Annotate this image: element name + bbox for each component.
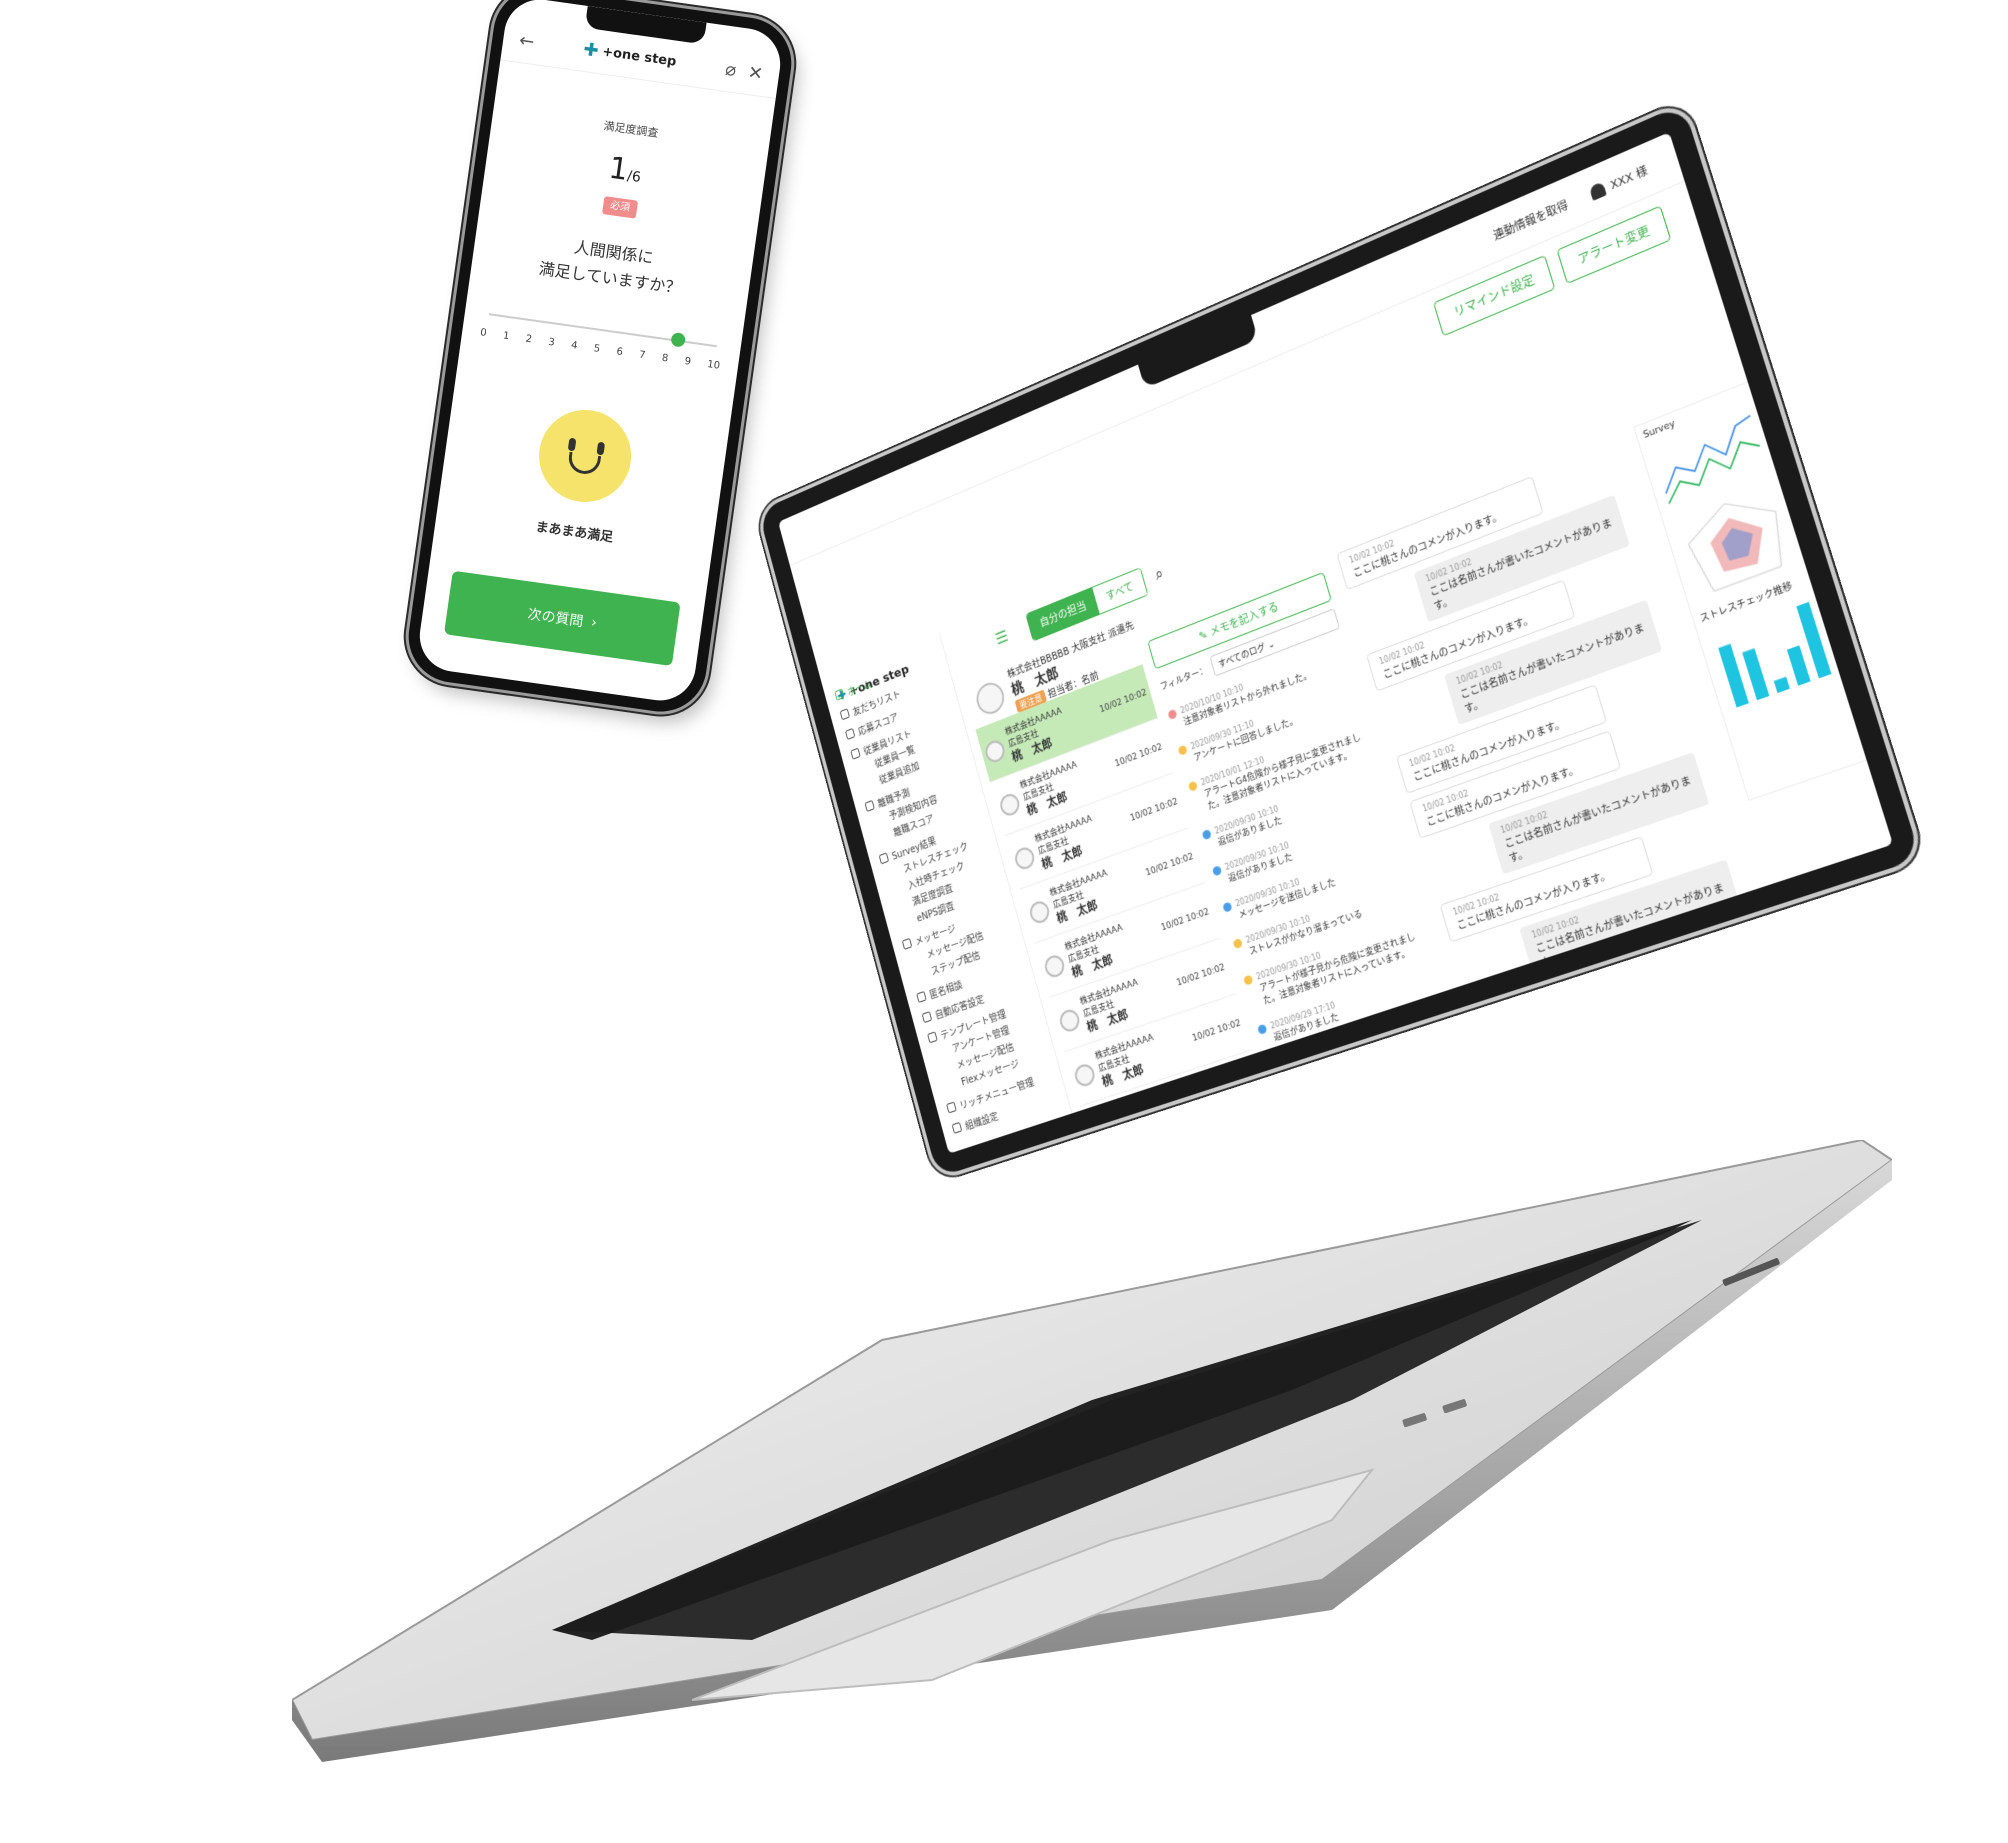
sidebar-item-icon (921, 1011, 933, 1024)
close-icon[interactable]: ✕ (747, 62, 765, 85)
question-text: 人間関係に 満足していますか？ (471, 221, 754, 311)
sidebar-item-icon (839, 708, 850, 721)
scale-number[interactable]: 8 (661, 353, 669, 365)
link-icon[interactable]: ⌀ (724, 59, 738, 81)
filter-label: フィルター： (1159, 665, 1209, 693)
search-icon[interactable]: ⌕ (1153, 563, 1166, 585)
phone-screen: ← ✚ +one step ⌀ ✕ 満足度調査 1/6 必須 人間関係に 満足し… (415, 0, 785, 706)
scale-number[interactable]: 5 (593, 343, 601, 355)
list-avatar (1012, 844, 1037, 872)
list-avatar (1057, 1006, 1082, 1034)
list-avatar (1042, 952, 1067, 980)
chevron-right-icon: › (590, 614, 598, 632)
sidebar-item-icon (927, 1031, 938, 1044)
sidebar-item-icon (864, 799, 875, 812)
log-status-dot (1167, 708, 1178, 721)
fetch-info-link[interactable]: 連動情報を取得 (1491, 196, 1570, 244)
header-actions: ⌀ ✕ (724, 59, 764, 85)
scale-number[interactable]: 0 (479, 327, 487, 339)
sidebar-item-icon (901, 937, 913, 950)
sidebar-item-icon (916, 990, 927, 1003)
log-status-dot (1211, 865, 1223, 877)
sidebar-item-icon (878, 852, 890, 865)
plus-logo-icon: ✚ (582, 38, 600, 62)
list-date: 10/02 10:02 (1160, 906, 1211, 933)
send-icon[interactable]: ➤ (1746, 935, 1766, 959)
sidebar-item-icon (845, 727, 856, 741)
list-date: 10/02 10:02 (1129, 796, 1179, 824)
next-question-label: 次の質問 (526, 606, 585, 631)
log-status-dot (1232, 937, 1244, 950)
sidebar-item-icon (834, 688, 845, 701)
user-name: XXX 様 (1608, 163, 1650, 193)
log-status-dot (1243, 974, 1254, 986)
log-status-dot (1177, 744, 1188, 757)
scale-number[interactable]: 6 (616, 346, 624, 358)
list-avatar (983, 737, 1007, 765)
scale-number[interactable]: 9 (684, 356, 692, 368)
scale-number[interactable]: 4 (570, 340, 578, 352)
rating-scale-numbers: 0 1 2 3 4 5 6 7 8 9 10 (479, 327, 720, 372)
scale-number[interactable]: 7 (638, 350, 646, 362)
list-dept: 広島支社 (1112, 1109, 1147, 1130)
filter-select-value: すべてのログ (1217, 642, 1267, 671)
sidebar-item-icon (951, 1121, 963, 1134)
stress-bar (1742, 648, 1770, 701)
smartphone: ← ✚ +one step ⌀ ✕ 満足度調査 1/6 必須 人間関係に 満足し… (402, 0, 798, 718)
sidebar-item-icon (850, 747, 861, 760)
rating-slider-knob[interactable] (670, 331, 687, 348)
face-eye-right (596, 441, 606, 456)
hamburger-menu-icon[interactable]: ☰ (993, 626, 1010, 648)
list-date: 10/02 10:02 (1098, 687, 1148, 715)
list-avatar (997, 790, 1022, 818)
back-arrow-icon[interactable]: ← (518, 30, 536, 53)
list-avatar (1027, 898, 1052, 926)
list-date: 10/02 10:02 (1175, 962, 1227, 989)
logo-text: +one step (601, 44, 678, 70)
stress-bar (1786, 645, 1811, 686)
list-avatar (1072, 1061, 1097, 1089)
smiley-face-icon (533, 404, 638, 508)
app-logo: ✚ +one step (582, 39, 678, 73)
required-badge: 必須 (601, 196, 639, 219)
chat-input-placeholder: 入力してください (1486, 1002, 1567, 1038)
list-name: 桃 太郎 (1115, 1117, 1161, 1145)
scale-number[interactable]: 2 (525, 334, 533, 346)
laptop-screen: 連動情報を取得 XXX 様 リマインド設定 アラート変更 ✚ +one step… (778, 132, 1894, 1154)
list-date: 10/02 10:02 (1191, 1018, 1242, 1044)
laptop-lid: 連動情報を取得 XXX 様 リマインド設定 アラート変更 ✚ +one step… (758, 103, 1921, 1178)
face-mouth (566, 451, 602, 477)
log-status-dot (1267, 1060, 1279, 1072)
laptop-base (292, 1140, 1892, 1762)
stress-bar (1773, 676, 1790, 694)
step-total: /6 (626, 168, 642, 186)
scale-number[interactable]: 1 (502, 330, 510, 342)
user-icon (1588, 180, 1607, 201)
scale-number[interactable]: 10 (706, 359, 720, 372)
tab-1[interactable]: すべて (1092, 568, 1148, 614)
satisfaction-label: まあまあ満足 (534, 519, 614, 546)
list-date: 10/02 10:02 (1206, 1074, 1258, 1100)
list-date: 10/02 10:02 (1113, 741, 1164, 770)
next-question-button[interactable]: 次の質問 › (443, 570, 681, 667)
person-avatar (973, 678, 1008, 719)
scale-number[interactable]: 3 (548, 337, 556, 349)
log-status-dot (1201, 828, 1212, 841)
log-status-dot (1222, 901, 1233, 913)
list-avatar (1087, 1116, 1113, 1144)
face-eye-left (567, 437, 577, 452)
log-status-dot (1257, 1023, 1268, 1036)
list-date: 10/02 10:02 (1144, 851, 1195, 879)
user-menu[interactable]: XXX 様 (1588, 161, 1649, 201)
sidebar-item-icon (946, 1101, 957, 1114)
laptop-bezel: 連動情報を取得 XXX 様 リマインド設定 アラート変更 ✚ +one step… (758, 103, 1921, 1178)
log-status-dot (1187, 780, 1199, 792)
